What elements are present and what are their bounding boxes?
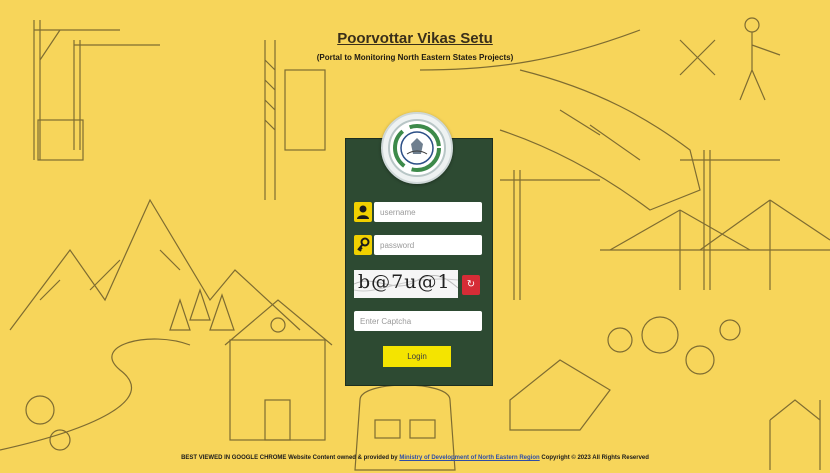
footer-copyright: Copyright © 2023 All Rights Reserved	[541, 455, 649, 461]
captcha-refresh-button[interactable]: ↻	[462, 275, 480, 295]
page-subtitle: (Portal to Monitoring North Eastern Stat…	[316, 53, 514, 62]
emblem-logo-icon	[388, 119, 446, 177]
footer-prefix: BEST VIEWED IN GOOGLE CHROME Website Con…	[181, 455, 398, 461]
captcha-text: b@7u@1	[358, 271, 451, 293]
ministry-emblem	[381, 112, 453, 184]
page-title: Poorvottar Vikas Setu	[337, 30, 493, 47]
captcha-image: b@7u@1	[354, 270, 458, 298]
refresh-icon: ↻	[466, 279, 476, 290]
key-icon	[354, 235, 372, 255]
user-icon	[354, 202, 372, 222]
password-input[interactable]	[374, 235, 482, 255]
captcha-input[interactable]	[354, 311, 482, 331]
ministry-link[interactable]: Ministry of Development of North Eastern…	[399, 455, 539, 461]
login-button[interactable]: Login	[383, 346, 451, 367]
footer: BEST VIEWED IN GOOGLE CHROME Website Con…	[0, 455, 830, 461]
username-input[interactable]	[374, 202, 482, 222]
